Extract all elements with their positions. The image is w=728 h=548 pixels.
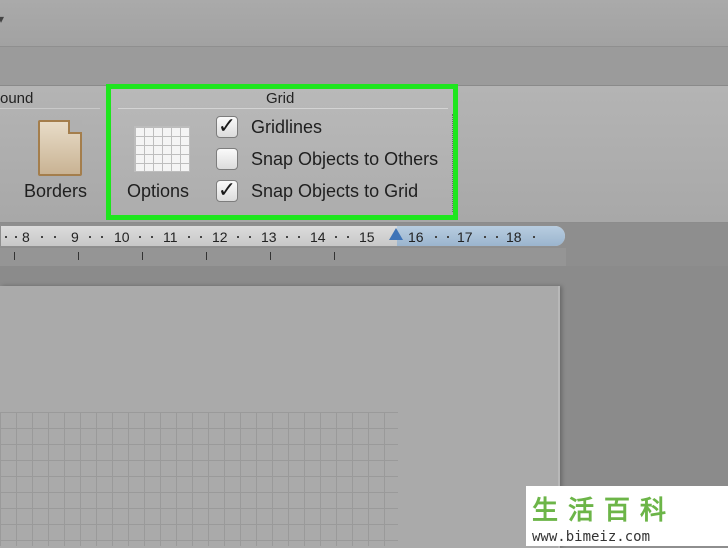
ruler-dot: [435, 236, 437, 238]
watermark: 生活百科 www.bimeiz.com: [526, 486, 728, 546]
group-separator: [0, 108, 100, 109]
group-dotted-edge: [452, 114, 453, 212]
ruler-number: 18: [506, 229, 522, 245]
title-bar: ▾: [0, 0, 728, 47]
ruler-number: 15: [359, 229, 375, 245]
ruler-dot: [188, 236, 190, 238]
ruler-dot: [41, 236, 43, 238]
ruler-dot: [101, 236, 103, 238]
watermark-url: www.bimeiz.com: [532, 529, 651, 545]
ruler-dot: [89, 236, 91, 238]
ruler-dot: [447, 236, 449, 238]
watermark-chinese: 生活百科: [532, 496, 677, 526]
ruler-number: 17: [457, 229, 473, 245]
ruler-tick: [270, 252, 271, 260]
options-button-label[interactable]: Options: [127, 181, 189, 202]
checkmark-icon: ✓: [217, 113, 237, 138]
ruler-dot: [484, 236, 486, 238]
snap-to-others-checkbox[interactable]: [216, 148, 238, 170]
ruler-tick: [142, 252, 143, 260]
ruler-dot: [15, 236, 17, 238]
page-gridlines: [0, 412, 398, 546]
ruler-dot: [151, 236, 153, 238]
grid-group-title: Grid: [266, 90, 295, 107]
ruler-number: 11: [163, 229, 178, 245]
ruler-number: 12: [212, 229, 228, 245]
ruler-tick: [78, 252, 79, 260]
ruler-tick: [206, 252, 207, 260]
ruler-dot: [286, 236, 288, 238]
ruler-dot: [200, 236, 202, 238]
borders-button-label[interactable]: Borders: [24, 181, 87, 202]
snap-to-grid-checkbox[interactable]: ✓: [216, 177, 238, 202]
ruler-dot: [298, 236, 300, 238]
ruler-dot: [347, 236, 349, 238]
toolbar-strip: [0, 47, 728, 86]
ruler-number: 16: [408, 229, 424, 245]
ruler-dot: [533, 236, 535, 238]
sub-ruler: [0, 248, 566, 266]
ruler-tick: [334, 252, 335, 260]
ruler-number: 8: [22, 229, 30, 245]
snap-to-grid-label[interactable]: Snap Objects to Grid: [251, 181, 418, 202]
ruler-tick: [14, 252, 15, 260]
grid-options-icon[interactable]: [134, 126, 190, 172]
tab-stop-marker-icon[interactable]: [389, 228, 403, 240]
snap-to-others-label[interactable]: Snap Objects to Others: [251, 149, 438, 170]
ruler-dot: [496, 236, 498, 238]
ruler-number: 13: [261, 229, 277, 245]
gridlines-label[interactable]: Gridlines: [251, 117, 322, 138]
ruler-dot: [139, 236, 141, 238]
ruler-dot: [249, 236, 251, 238]
ruler-number: 9: [71, 229, 79, 245]
ruler-dot: [5, 236, 7, 238]
horizontal-ruler[interactable]: 8 9 10 11 12 13 14 15 16 17 18: [0, 225, 566, 247]
checkmark-icon: ✓: [217, 177, 237, 202]
ruler-number: 14: [310, 229, 326, 245]
background-group-label: ound: [0, 90, 34, 107]
grid-title-separator: [118, 108, 448, 109]
gridlines-checkbox[interactable]: ✓: [216, 113, 238, 138]
page-border-icon[interactable]: [38, 120, 82, 176]
ruler-number: 10: [114, 229, 130, 245]
ruler-dot: [237, 236, 239, 238]
caret-down-icon[interactable]: ▾: [0, 12, 4, 26]
ruler-dot: [54, 236, 56, 238]
ruler-dot: [335, 236, 337, 238]
